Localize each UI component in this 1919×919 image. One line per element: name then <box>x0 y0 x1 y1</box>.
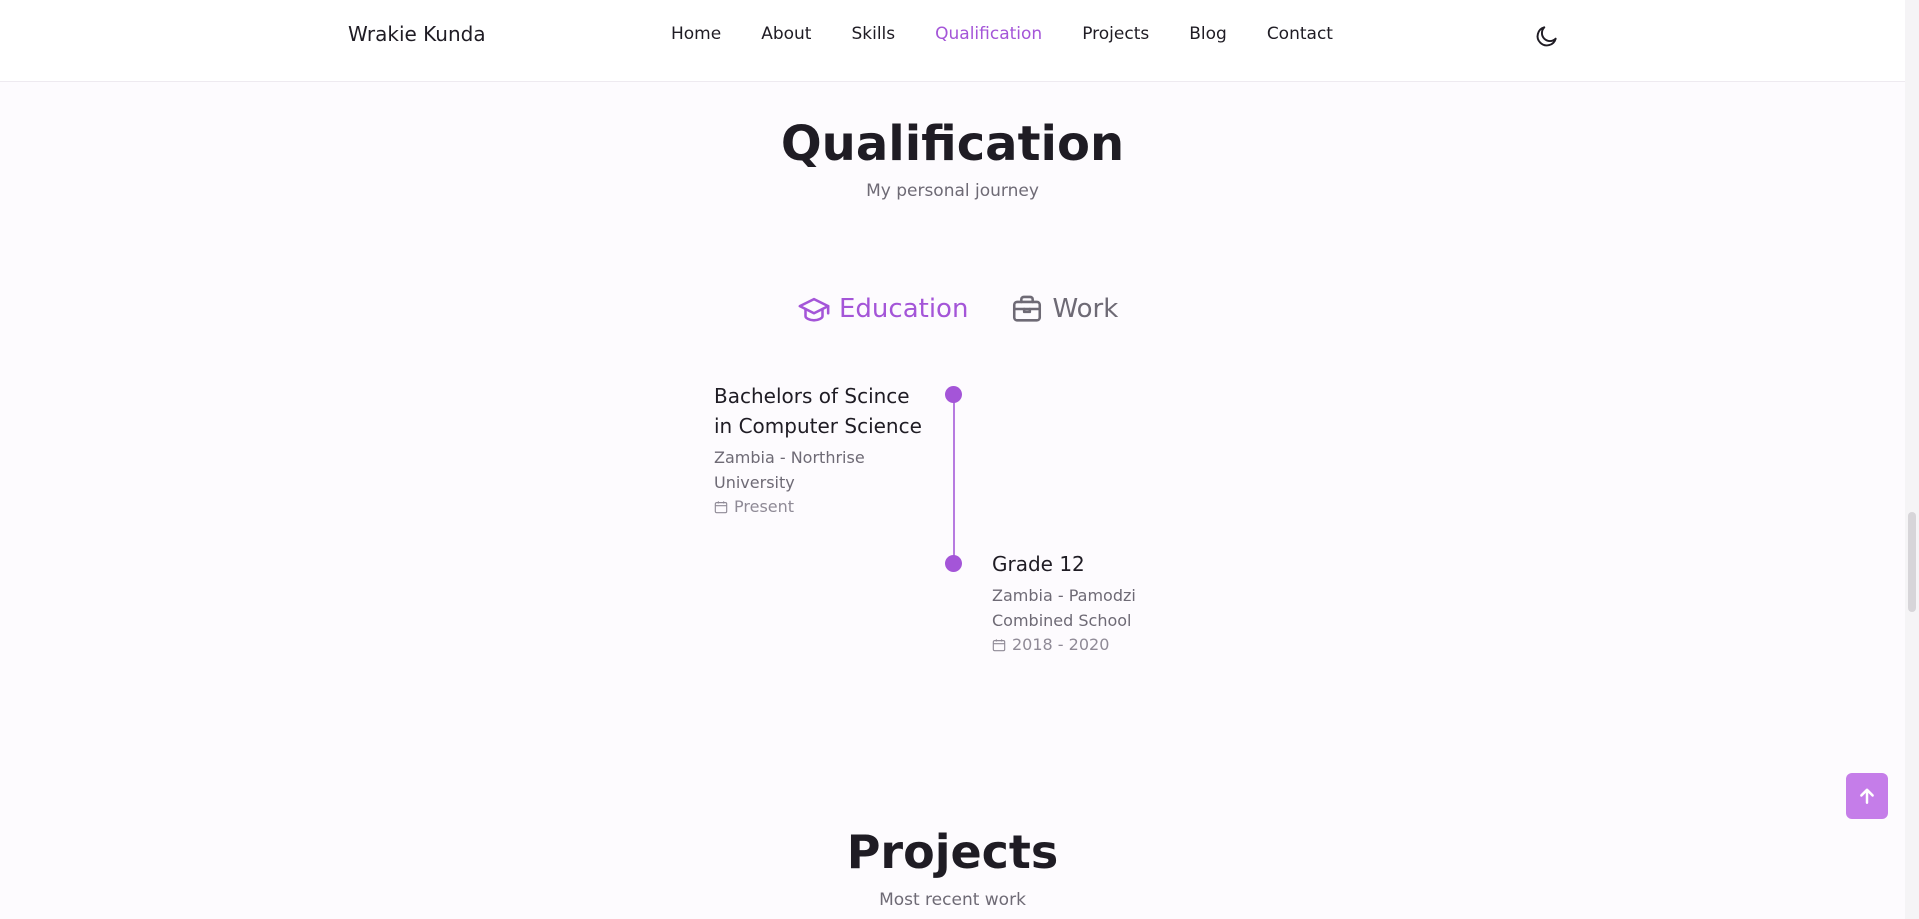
qualification-item-title: Bachelors of Scince in Computer Science <box>714 384 922 438</box>
timeline-line <box>953 394 955 564</box>
scroll-up-button[interactable] <box>1846 773 1888 819</box>
timeline-dot <box>945 555 962 572</box>
qualification-title: Qualification <box>780 116 1125 172</box>
nav-skills[interactable]: Skills <box>851 24 895 44</box>
qualification-item-title: Grade 12 <box>992 552 1085 576</box>
qualification-item-date-text: 2018 - 2020 <box>1012 635 1110 654</box>
qualification-subtitle: My personal journey <box>866 181 1039 201</box>
page-scrollbar[interactable] <box>1905 0 1919 919</box>
arrow-up-icon <box>1860 788 1874 804</box>
moon-icon[interactable] <box>1534 23 1560 49</box>
qualification-item-subtitle: Zambia - Northrise University <box>714 448 865 492</box>
qualification-item: Grade 12 Zambia - Pamodzi Combined Schoo… <box>992 549 1202 654</box>
nav-blog[interactable]: Blog <box>1189 24 1227 44</box>
qualification-tabs: Education Work <box>797 292 1118 326</box>
main-nav: Home About Skills Qualification Projects… <box>671 24 1333 44</box>
briefcase-icon <box>1013 295 1042 322</box>
projects-title: Projects <box>846 825 1059 879</box>
nav-about[interactable]: About <box>761 24 811 44</box>
site-header: Wrakie Kunda Home About Skills Qualifica… <box>0 0 1905 82</box>
tab-work[interactable]: Work <box>1010 292 1118 326</box>
tab-education-label: Education <box>839 294 969 324</box>
calendar-icon <box>992 638 1006 651</box>
nav-home[interactable]: Home <box>671 24 721 44</box>
qualification-item: Bachelors of Scince in Computer Science … <box>714 381 924 516</box>
qualification-item-date: Present <box>714 497 924 516</box>
scrollbar-thumb[interactable] <box>1908 512 1916 612</box>
tab-education[interactable]: Education <box>797 292 968 326</box>
qualification-item-date: 2018 - 2020 <box>992 635 1202 654</box>
nav-contact[interactable]: Contact <box>1267 24 1333 44</box>
tab-work-label: Work <box>1052 294 1119 324</box>
site-logo[interactable]: Wrakie Kunda <box>348 22 486 46</box>
nav-qualification[interactable]: Qualification <box>935 24 1042 44</box>
calendar-icon <box>714 500 728 513</box>
qualification-item-subtitle: Zambia - Pamodzi Combined School <box>992 586 1136 630</box>
projects-subtitle: Most recent work <box>879 890 1026 910</box>
graduation-cap-icon <box>798 297 830 322</box>
nav-projects[interactable]: Projects <box>1082 24 1149 44</box>
qualification-item-date-text: Present <box>734 497 795 516</box>
timeline-dot <box>945 386 962 403</box>
